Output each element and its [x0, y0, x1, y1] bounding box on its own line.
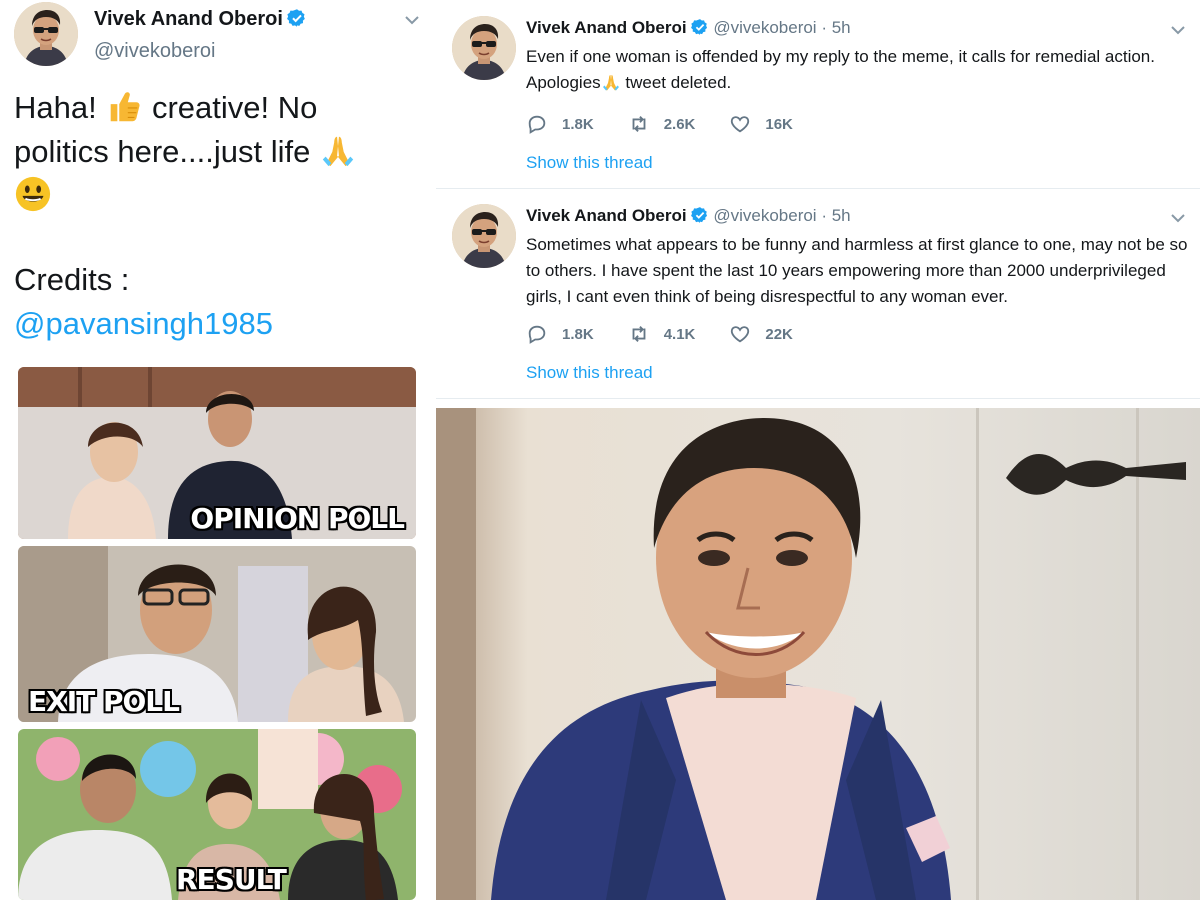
like-button[interactable]: 16K: [729, 113, 793, 135]
meme-caption: RESULT: [176, 863, 287, 896]
author-handle[interactable]: @vivekoberoi: [713, 206, 816, 225]
avatar[interactable]: [452, 16, 516, 80]
tweet-text-part: creative! No: [143, 90, 318, 125]
reply-button[interactable]: 1.8K: [526, 323, 594, 345]
reply-count: 1.8K: [562, 325, 594, 343]
tweet[interactable]: Vivek Anand Oberoi @vivekoberoi · 5h Eve…: [436, 0, 1200, 188]
avatar[interactable]: [452, 204, 516, 268]
tweet-text-part: politics here....just life: [14, 134, 319, 169]
divider: [436, 398, 1200, 399]
left-tweet: Vivek Anand Oberoi @vivekoberoi Haha! cr…: [0, 0, 430, 900]
show-thread-link[interactable]: Show this thread: [526, 153, 653, 173]
like-button[interactable]: 22K: [729, 323, 793, 345]
author-handle[interactable]: @vivekoberoi: [713, 18, 816, 37]
author-name[interactable]: Vivek Anand Oberoi: [526, 206, 687, 225]
tweet-text: Haha! creative! No politics here....just…: [14, 86, 414, 218]
tweet-header: Vivek Anand Oberoi @vivekoberoi · 5h: [526, 18, 851, 38]
retweet-button[interactable]: 2.6K: [628, 113, 696, 135]
author-name[interactable]: Vivek Anand Oberoi: [526, 18, 687, 37]
reply-icon: [526, 323, 548, 345]
retweet-count: 2.6K: [663, 115, 696, 133]
author-handle[interactable]: @vivekoberoi: [94, 40, 215, 63]
tweet-actions: 1.8K 2.6K 16K: [526, 112, 827, 136]
verified-icon: [287, 8, 307, 28]
meme-caption: OPINION POLL: [190, 502, 405, 535]
tweet[interactable]: Vivek Anand Oberoi @vivekoberoi · 5h Som…: [436, 188, 1200, 398]
tweet-text: Even if one woman is offended by my repl…: [526, 44, 1192, 96]
portrait-photo: [436, 408, 1200, 900]
verified-icon: [691, 18, 709, 36]
tweet-text-part: tweet deleted.: [620, 73, 732, 92]
tweet-text: Sometimes what appears to be funny and h…: [526, 235, 1188, 306]
author-name[interactable]: Vivek Anand Oberoi: [94, 8, 283, 30]
mention-link[interactable]: @pavansingh1985: [14, 302, 273, 346]
retweet-button[interactable]: 4.1K: [628, 323, 696, 345]
retweet-icon: [628, 113, 650, 135]
folded-hands-emoji: [601, 72, 621, 92]
tweet-text-part: Haha!: [14, 90, 106, 125]
author-name-row[interactable]: Vivek Anand Oberoi: [94, 8, 307, 31]
meme-panel-exit-poll[interactable]: EXIT POLL: [18, 546, 416, 722]
tweet-thread: Vivek Anand Oberoi @vivekoberoi · 5h Eve…: [436, 0, 1200, 400]
chevron-down-icon[interactable]: [1170, 210, 1186, 226]
show-thread-link[interactable]: Show this thread: [526, 363, 653, 383]
reply-count: 1.8K: [562, 115, 594, 133]
like-icon: [729, 113, 751, 135]
tweet-header: Vivek Anand Oberoi @vivekoberoi · 5h: [526, 206, 851, 226]
tweet-header: Vivek Anand Oberoi @vivekoberoi: [14, 2, 424, 66]
like-count: 16K: [765, 115, 793, 133]
like-count: 22K: [765, 325, 793, 343]
tweet-actions: 1.8K 4.1K 22K: [526, 322, 827, 346]
credits-label: Credits :: [14, 262, 130, 297]
meme-caption: EXIT POLL: [28, 685, 180, 718]
folded-hands-emoji: [319, 131, 357, 169]
thumbs-up-emoji: [105, 87, 143, 125]
meme-panel-opinion-poll[interactable]: OPINION POLL: [18, 367, 416, 539]
reply-button[interactable]: 1.8K: [526, 113, 594, 135]
chevron-down-icon[interactable]: [1170, 22, 1186, 38]
smiley-emoji: [14, 175, 52, 213]
reply-icon: [526, 113, 548, 135]
timestamp[interactable]: · 5h: [821, 18, 850, 37]
verified-icon: [691, 206, 709, 224]
like-icon: [729, 323, 751, 345]
chevron-down-icon[interactable]: [404, 12, 420, 28]
avatar[interactable]: [14, 2, 78, 66]
retweet-icon: [628, 323, 650, 345]
retweet-count: 4.1K: [663, 325, 696, 343]
meme-panel-result[interactable]: RESULT: [18, 729, 416, 900]
timestamp[interactable]: · 5h: [821, 206, 850, 225]
